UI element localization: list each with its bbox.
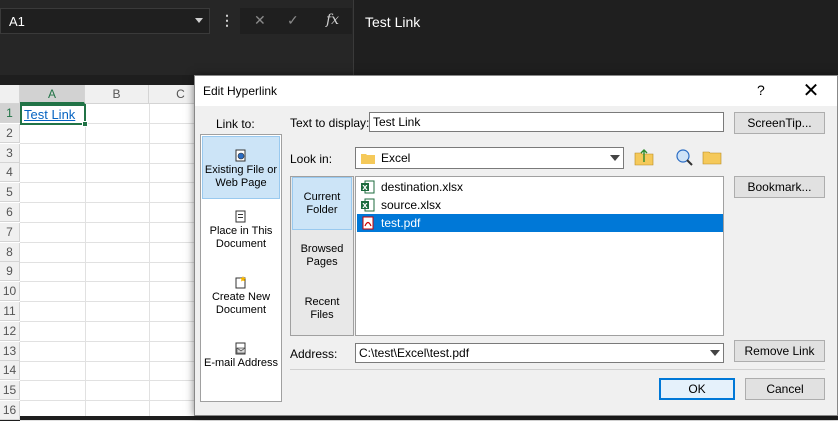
text-to-display-value: Test Link (373, 115, 421, 129)
row-header[interactable]: 16 (0, 401, 20, 420)
look-in-value: Excel (381, 151, 411, 165)
recent-files-tab[interactable]: Recent Files (292, 296, 352, 326)
insert-function-icon[interactable]: fx (326, 12, 339, 28)
link-to-label-text: Create New Document (211, 291, 271, 316)
formula-bar[interactable] (353, 0, 838, 75)
text-to-display-label: Text to display: (290, 116, 370, 130)
row-header[interactable]: 6 (0, 203, 20, 222)
enter-entry-icon[interactable]: ✓ (287, 12, 299, 29)
svg-text:X: X (362, 184, 368, 192)
link-to-label-text: Place in This Document (209, 225, 273, 250)
help-button[interactable]: ? (757, 82, 765, 98)
dialog-title: Edit Hyperlink (203, 84, 278, 98)
link-to-label: Link to: (216, 117, 255, 131)
chevron-down-icon[interactable] (195, 18, 203, 23)
row-header[interactable]: 11 (0, 302, 20, 321)
file-name: source.xlsx (381, 198, 442, 212)
link-to-existing-file[interactable]: Existing File or Web Page (202, 136, 280, 199)
row-header[interactable]: 10 (0, 282, 20, 302)
dialog-title-bar: Edit Hyperlink ? ✕ (195, 76, 837, 106)
formula-bar-value: Test Link (365, 14, 421, 30)
link-to-email-address[interactable]: E-mail Address (202, 342, 280, 392)
file-row-test-pdf[interactable]: test.pdf (357, 214, 723, 232)
excel-file-icon: X (361, 180, 375, 194)
close-button[interactable]: ✕ (799, 78, 823, 103)
link-to-create-new-document[interactable]: Create New Document (202, 276, 280, 326)
row-header[interactable]: 14 (0, 361, 20, 381)
gridline (149, 104, 150, 416)
browse-web-icon[interactable] (673, 147, 695, 167)
current-folder-tab[interactable]: Current Folder (292, 177, 352, 230)
column-header-a[interactable]: A (20, 85, 85, 104)
file-row-source[interactable]: X source.xlsx (357, 196, 723, 214)
link-to-place-in-document[interactable]: Place in This Document (202, 210, 280, 260)
row-header[interactable]: 12 (0, 321, 20, 341)
formula-buttons: ✕ ✓ fx (240, 8, 352, 34)
link-to-label-text: E-mail Address (204, 357, 278, 369)
pdf-file-icon (362, 216, 374, 230)
browse-file-icon[interactable] (701, 147, 723, 167)
address-input[interactable]: C:\test\Excel\test.pdf (355, 343, 724, 363)
address-value: C:\test\Excel\test.pdf (359, 346, 470, 360)
bookmark-button[interactable]: Bookmark... (734, 176, 825, 198)
document-place-icon (235, 210, 246, 223)
browse-panel: Current Folder Browsed Pages Recent File… (290, 176, 354, 336)
cell-a1[interactable]: Test Link (20, 104, 88, 127)
row-header[interactable]: 9 (0, 262, 20, 282)
cell-a1-text: Test Link (24, 107, 76, 122)
divider (290, 369, 825, 370)
ok-button[interactable]: OK (659, 378, 735, 400)
edit-hyperlink-dialog: Edit Hyperlink ? ✕ Link to: Existing Fil… (194, 75, 838, 416)
gridline (85, 104, 86, 416)
folder-icon (361, 154, 375, 164)
link-to-panel: Existing File or Web Page Place in This … (200, 134, 282, 402)
email-icon (235, 342, 246, 355)
look-in-dropdown[interactable]: Excel (355, 147, 624, 169)
chevron-down-icon[interactable] (610, 155, 620, 161)
row-header[interactable]: 1 (0, 104, 20, 123)
browsed-pages-tab[interactable]: Browsed Pages (292, 243, 352, 273)
file-list: X destination.xlsx X source.xlsx test.pd… (355, 176, 724, 336)
file-row-destination[interactable]: X destination.xlsx (357, 178, 723, 196)
new-document-icon (235, 276, 246, 289)
select-all-corner[interactable] (0, 85, 20, 104)
screentip-button[interactable]: ScreenTip... (734, 112, 825, 134)
column-header-b[interactable]: B (85, 85, 149, 104)
row-header[interactable]: 3 (0, 143, 20, 163)
file-name: destination.xlsx (381, 180, 464, 194)
chevron-down-icon[interactable] (710, 350, 720, 356)
name-box-value: A1 (9, 14, 25, 29)
row-header[interactable]: 2 (0, 123, 20, 143)
row-header[interactable]: 13 (0, 341, 20, 361)
look-in-label: Look in: (290, 152, 333, 166)
row-header[interactable]: 7 (0, 222, 20, 242)
up-one-folder-icon[interactable] (633, 147, 655, 167)
row-header[interactable]: 8 (0, 242, 20, 262)
excel-file-icon: X (361, 198, 375, 212)
fill-handle[interactable] (82, 121, 88, 127)
globe-file-icon (235, 149, 246, 162)
cancel-entry-icon[interactable]: ✕ (254, 12, 266, 29)
file-name: test.pdf (381, 216, 421, 230)
remove-link-button[interactable]: Remove Link (734, 340, 825, 362)
name-box[interactable]: A1 (0, 8, 210, 34)
cancel-button[interactable]: Cancel (745, 378, 825, 400)
text-to-display-input[interactable]: Test Link (369, 112, 724, 132)
row-header[interactable]: 15 (0, 381, 20, 401)
row-header[interactable]: 5 (0, 183, 20, 203)
more-vertical-icon[interactable]: ⋮ (220, 12, 234, 29)
svg-text:X: X (362, 202, 368, 210)
address-label: Address: (290, 347, 338, 361)
row-header[interactable]: 4 (0, 163, 20, 183)
link-to-label-text: Existing File or Web Page (204, 164, 278, 189)
